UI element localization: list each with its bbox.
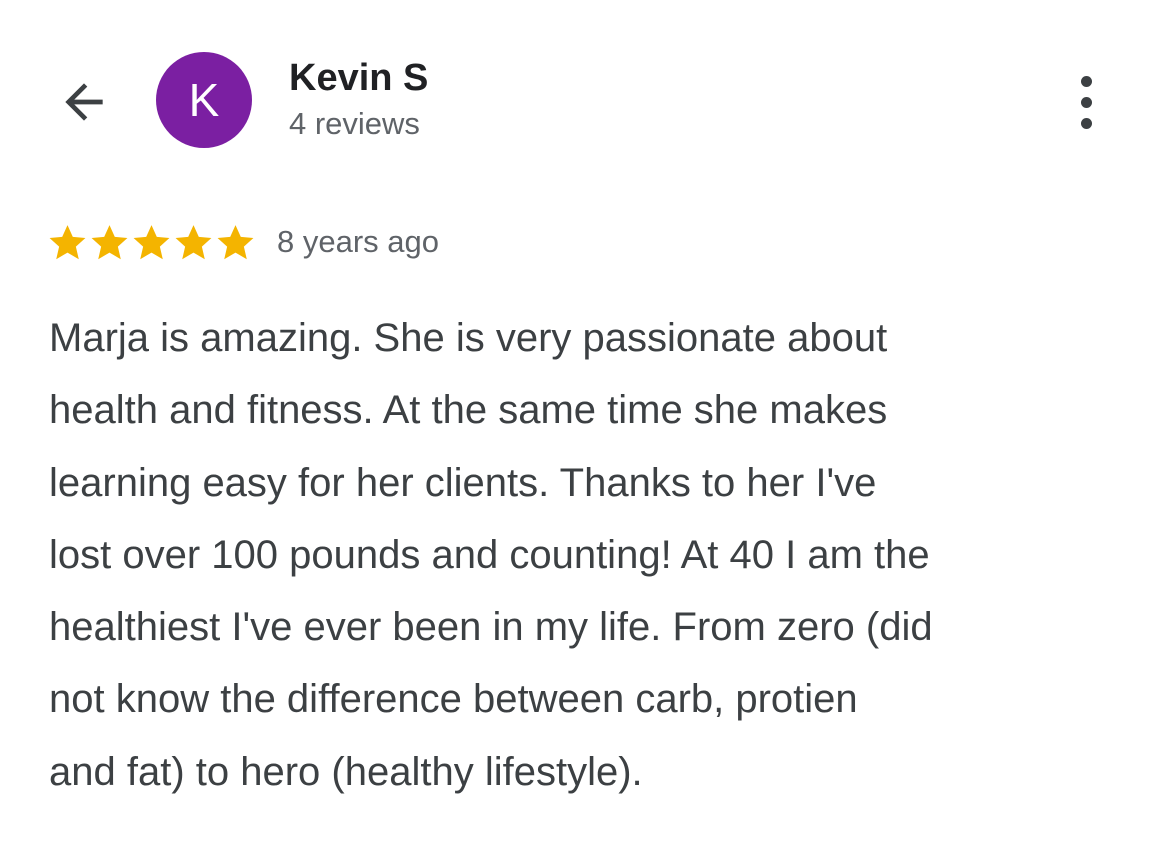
- author-review-count: 4 reviews: [289, 106, 420, 141]
- more-vert-icon: [1080, 75, 1092, 87]
- review-text-line: and fat) to hero (healthy lifestyle).: [49, 749, 643, 794]
- star-icon: [49, 224, 86, 259]
- star-rating: [47, 221, 256, 263]
- arrow-left-icon: [65, 83, 103, 121]
- more-options-button[interactable]: [1058, 66, 1114, 138]
- star-icon: [175, 224, 212, 259]
- avatar[interactable]: K: [156, 52, 252, 148]
- star-icon: [217, 224, 254, 259]
- star-icon: [91, 224, 128, 259]
- review-text-line: healthiest I've ever been in my life. Fr…: [49, 605, 933, 650]
- back-button[interactable]: [52, 70, 116, 134]
- star-icon: [133, 224, 170, 259]
- review-date: 8 years ago: [277, 224, 439, 259]
- review-text-line: health and fitness. At the same time she…: [49, 388, 888, 433]
- review-text-line: Marja is amazing. She is very passionate…: [49, 316, 888, 360]
- review-text-line: learning easy for her clients. Thanks to…: [49, 460, 877, 505]
- review-text-line: not know the difference between carb, pr…: [49, 677, 858, 722]
- avatar-initial: K: [188, 74, 220, 126]
- author-name[interactable]: Kevin S: [289, 56, 428, 100]
- review-text-line: lost over 100 pounds and counting! At 40…: [49, 532, 930, 577]
- review-text: Marja is amazing. She is very passionate…: [49, 302, 1149, 808]
